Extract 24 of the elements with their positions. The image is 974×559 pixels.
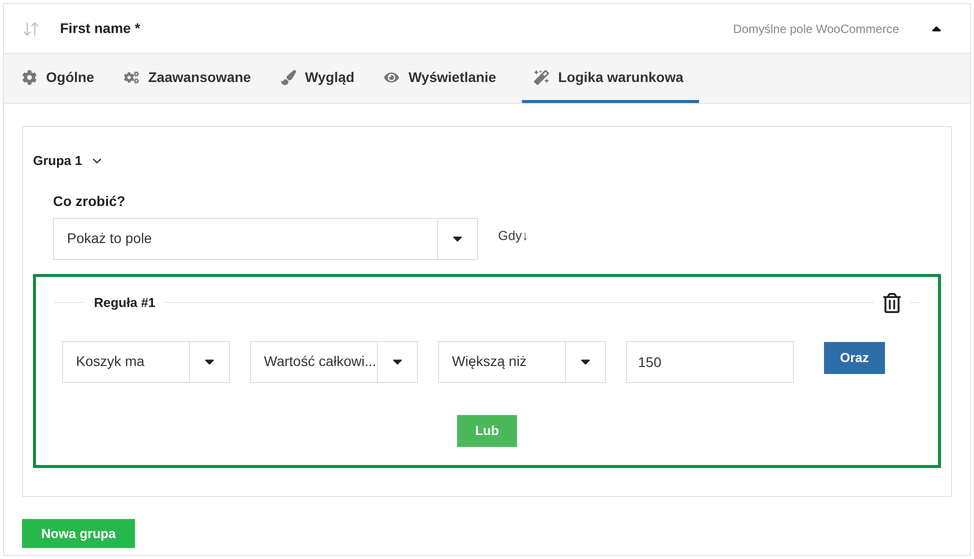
- tab[interactable]: Zaawansowane: [120, 54, 255, 103]
- tab-icon: [534, 70, 550, 84]
- tab[interactable]: Wygląd: [276, 54, 358, 103]
- select-field[interactable]: Pokaż to pole: [53, 218, 478, 260]
- sort-icon: [22, 20, 40, 38]
- value-field[interactable]: 150: [626, 340, 794, 382]
- action-label: Co zrobić?: [53, 192, 126, 210]
- tab-icon: [384, 70, 400, 84]
- tab[interactable]: Logika warunkowa: [522, 54, 700, 103]
- field-title: First name *: [60, 19, 140, 38]
- tab-icon: [124, 70, 140, 84]
- rule-title: Reguła #1: [93, 294, 156, 312]
- tab[interactable]: Wyświetlanie: [380, 54, 500, 103]
- delete-icon[interactable]: [882, 292, 902, 312]
- when-label: Gdy↓: [498, 226, 528, 245]
- group-toggle[interactable]: Grupa 1: [33, 151, 941, 170]
- tab-icon: [280, 70, 296, 84]
- select-field[interactable]: Wartość całkowi...: [250, 340, 418, 382]
- select-field[interactable]: Większą niż: [438, 340, 606, 382]
- and-button[interactable]: Oraz: [824, 342, 885, 374]
- tab[interactable]: Ogólne: [18, 54, 98, 103]
- tab-icon: [22, 70, 37, 84]
- field-note: Domyślne pole WooCommerce: [733, 20, 899, 38]
- select-field[interactable]: Koszyk ma: [62, 340, 230, 382]
